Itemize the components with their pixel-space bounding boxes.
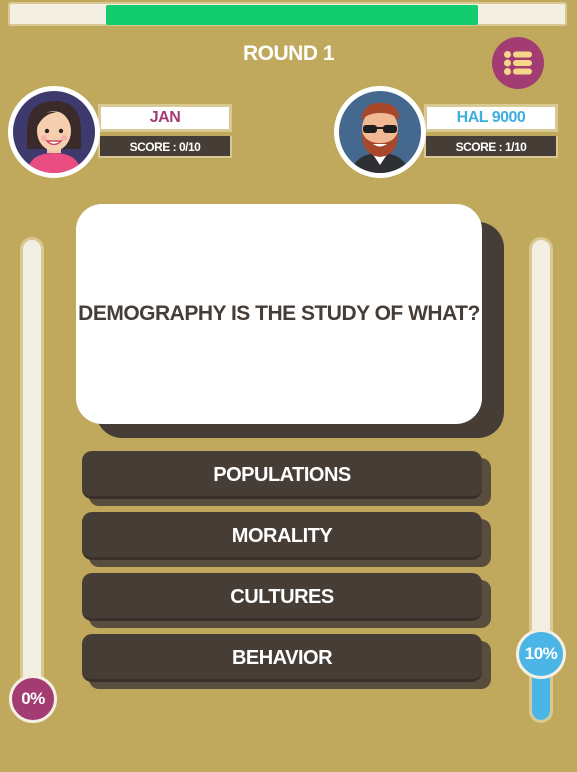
timer-bar [8,2,567,26]
player-name: HAL 9000 [424,104,558,132]
question-card: DEMOGRAPHY IS THE STUDY OF WHAT? [76,204,482,424]
player-name: JAN [98,104,232,132]
player-score: SCORE : 1/10 [424,136,558,158]
answer-button-4[interactable]: BEHAVIOR [82,634,482,682]
player-score: SCORE : 0/10 [98,136,232,158]
score-meter-left-badge: 0% [9,675,57,723]
bearded-man-avatar [334,86,426,178]
answer-button-3[interactable]: CULTURES [82,573,482,621]
score-meter-left [20,237,44,723]
question-text: DEMOGRAPHY IS THE STUDY OF WHAT? [78,302,480,325]
score-meter-right-fill [532,672,550,720]
woman-avatar [8,86,100,178]
round-title: ROUND 1 [242,42,335,65]
score-meter-right-badge: 10% [516,629,566,679]
menu-button[interactable] [492,37,544,89]
answer-button-2[interactable]: MORALITY [82,512,482,560]
timer-bar-fill [106,5,478,25]
answer-button-1[interactable]: POPULATIONS [82,451,482,499]
list-icon [504,51,532,75]
